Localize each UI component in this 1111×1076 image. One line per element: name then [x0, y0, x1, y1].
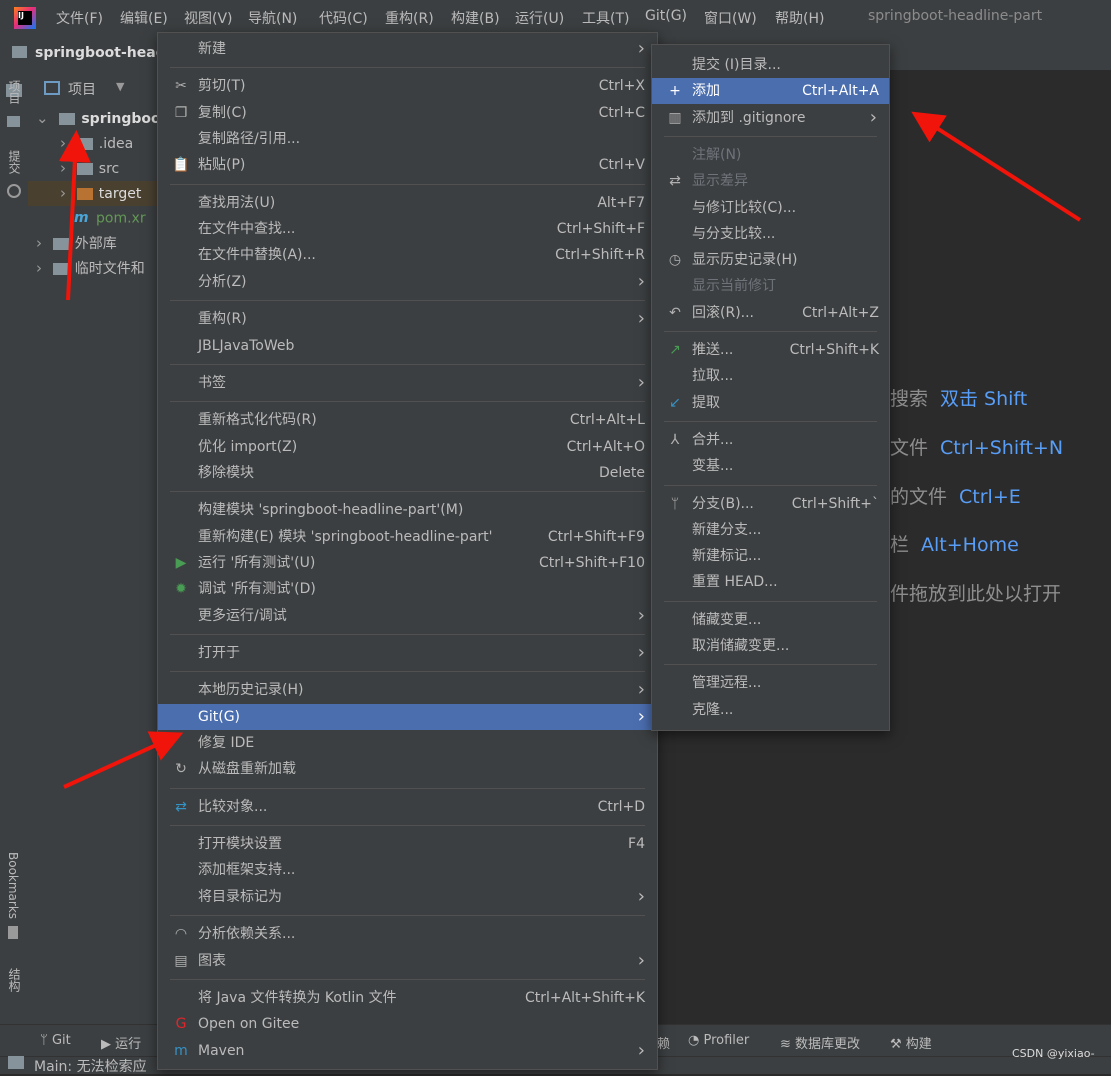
arrow-to-git-item [63, 731, 184, 789]
annotation-arrows [58, 111, 1082, 789]
arrow-to-add-item [911, 111, 1082, 222]
arrow-to-project-root [58, 130, 91, 301]
